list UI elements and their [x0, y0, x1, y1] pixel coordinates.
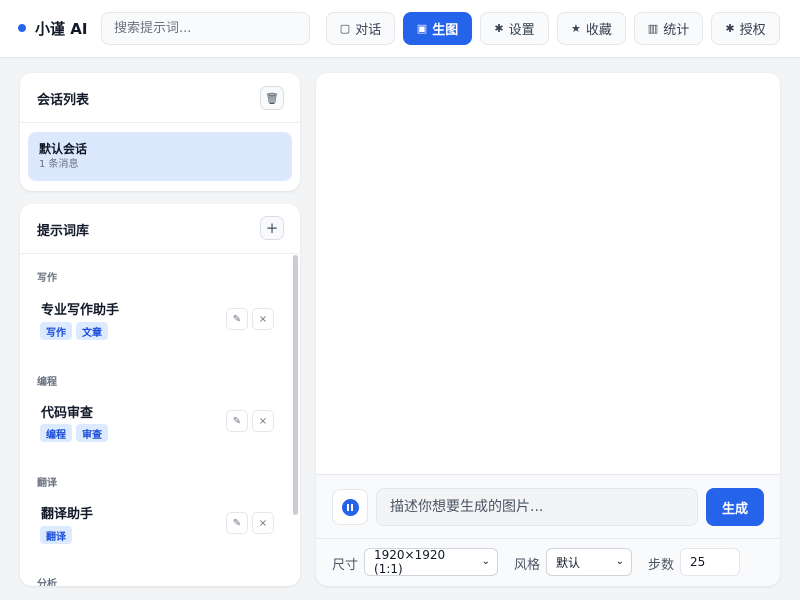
pencil-icon: ✎	[232, 517, 242, 529]
nav-stats-label: 统计	[663, 23, 690, 38]
group-label: 分析	[37, 579, 57, 586]
prompt-tag[interactable]: 审查	[76, 424, 108, 442]
trash-icon: 🗑	[265, 91, 279, 105]
prompt-library-header: 提示词库 +	[20, 204, 300, 254]
search-input[interactable]	[101, 12, 310, 45]
nav-image-label: 生图	[432, 23, 459, 38]
prompt-title[interactable]: 翻译助手	[41, 503, 93, 522]
brand-dot-icon	[18, 24, 26, 32]
generate-button[interactable]: 生成	[706, 488, 764, 526]
nav-image-button[interactable]: ▣ 生图	[403, 12, 472, 45]
close-icon: ×	[258, 313, 268, 325]
gear-icon: ✱	[725, 22, 735, 35]
star-icon: ★	[571, 22, 581, 35]
chevron-down-icon: ⌄	[481, 556, 490, 567]
size-select[interactable]: 1920×1920 (1:1) ⌄	[364, 548, 498, 576]
prompt-tag[interactable]: 写作	[40, 322, 72, 340]
style-select-value: 默认	[556, 555, 581, 570]
image-prompt-input[interactable]	[376, 488, 698, 526]
session-message-count: 1 条消息	[39, 159, 79, 170]
edit-prompt-button[interactable]: ✎	[226, 410, 248, 432]
bar-chart-icon: ▥	[647, 22, 659, 35]
prompt-tag[interactable]: 文章	[76, 322, 108, 340]
top-bar: 小谨 AI ▢ 对话 ▣ 生图 ✱ 设置 ★ 收藏 ▥ 统计 ✱ 授权	[0, 0, 800, 58]
nav-license-label: 授权	[739, 23, 766, 38]
remove-prompt-button[interactable]: ×	[252, 512, 274, 534]
pencil-icon: ✎	[232, 415, 242, 427]
nav-favorites-label: 收藏	[585, 23, 612, 38]
brand: 小谨 AI	[18, 17, 87, 39]
size-label: 尺寸	[332, 558, 359, 573]
image-icon: ▣	[416, 22, 428, 35]
nav-settings-label: 设置	[508, 23, 535, 38]
steps-input[interactable]: 25	[680, 548, 740, 576]
prompt-title[interactable]: 专业写作助手	[41, 299, 119, 318]
style-label: 风格	[514, 558, 541, 573]
prompt-library-list[interactable]: 写作 专业写作助手 写作 文章 ✎ × 编程 代码审查 编程 审查 ✎ × 翻译…	[20, 255, 300, 586]
composer-divider	[316, 538, 780, 539]
nav-chat-label: 对话	[355, 23, 382, 38]
chat-bubble-icon: ▢	[339, 22, 351, 35]
prompt-library-card: 提示词库 + 写作 专业写作助手 写作 文章 ✎ × 编程 代码审查 编程 审查…	[20, 204, 300, 586]
session-list-card: 会话列表 🗑 默认会话 1 条消息	[20, 73, 300, 191]
group-label: 编程	[37, 377, 57, 388]
remove-prompt-button[interactable]: ×	[252, 410, 274, 432]
remove-prompt-button[interactable]: ×	[252, 308, 274, 330]
pencil-icon: ✎	[232, 313, 242, 325]
session-list-title: 会话列表	[37, 93, 90, 108]
edit-prompt-button[interactable]: ✎	[226, 512, 248, 534]
nav-settings-button[interactable]: ✱ 设置	[480, 12, 549, 45]
add-prompt-button[interactable]: +	[260, 216, 284, 240]
group-label: 写作	[37, 273, 57, 284]
gear-icon: ✱	[494, 22, 504, 35]
delete-session-button[interactable]: 🗑	[260, 86, 284, 110]
image-canvas	[316, 73, 780, 474]
nav-chat-button[interactable]: ▢ 对话	[326, 12, 395, 45]
close-icon: ×	[258, 415, 268, 427]
prompt-title[interactable]: 代码审查	[41, 402, 93, 421]
edit-prompt-button[interactable]: ✎	[226, 308, 248, 330]
library-scrollbar[interactable]	[293, 255, 298, 515]
pause-button[interactable]	[332, 489, 368, 525]
nav-license-button[interactable]: ✱ 授权	[711, 12, 780, 45]
session-list-header: 会话列表 🗑	[20, 73, 300, 123]
close-icon: ×	[258, 517, 268, 529]
prompt-library-title: 提示词库	[37, 224, 90, 239]
size-select-value: 1920×1920 (1:1)	[374, 548, 446, 576]
nav-stats-button[interactable]: ▥ 统计	[634, 12, 703, 45]
style-select[interactable]: 默认 ⌄	[546, 548, 632, 576]
pause-icon	[341, 498, 359, 516]
nav-favorites-button[interactable]: ★ 收藏	[557, 12, 626, 45]
session-name: 默认会话	[39, 142, 88, 156]
image-generation-panel: 生成 尺寸 1920×1920 (1:1) ⌄ 风格 默认 ⌄ 步数 25	[316, 73, 780, 586]
session-item[interactable]: 默认会话 1 条消息	[28, 132, 292, 181]
chevron-down-icon: ⌄	[615, 556, 624, 567]
plus-icon: +	[265, 219, 279, 237]
group-label: 翻译	[37, 478, 57, 489]
composer: 生成 尺寸 1920×1920 (1:1) ⌄ 风格 默认 ⌄ 步数 25	[316, 474, 780, 586]
steps-label: 步数	[648, 558, 675, 573]
prompt-tag[interactable]: 翻译	[40, 526, 72, 544]
prompt-tag[interactable]: 编程	[40, 424, 72, 442]
brand-name: 小谨 AI	[35, 19, 88, 38]
